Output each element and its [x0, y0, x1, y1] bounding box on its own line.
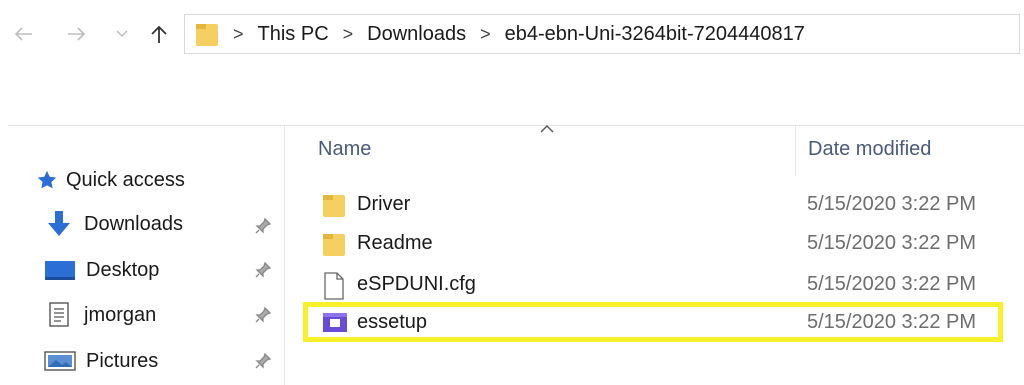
arrow-left-icon [14, 27, 32, 41]
sidebar-item-label: Downloads [84, 212, 183, 235]
breadcrumb-current-folder[interactable]: eb4-ebn-Uni-3264bit-7204440817 [505, 23, 805, 46]
column-header-name[interactable]: Name [318, 138, 371, 161]
sidebar-item-jmorgan[interactable]: jmorgan [44, 298, 289, 332]
breadcrumb-downloads[interactable]: Downloads [367, 23, 466, 46]
column-header-date-modified[interactable]: Date modified [808, 138, 931, 161]
pin-icon[interactable] [254, 306, 272, 329]
sidebar-item-label: Desktop [86, 258, 160, 281]
folder-icon [323, 195, 345, 217]
file-date: 5/15/2020 3:22 PM [807, 272, 977, 295]
document-icon [49, 302, 69, 327]
sidebar-item-label: Pictures [86, 349, 159, 372]
breadcrumb-separator: > [342, 23, 354, 44]
breadcrumb-this-pc[interactable]: This PC [258, 23, 329, 46]
back-button[interactable] [8, 18, 38, 50]
forward-button[interactable] [62, 18, 92, 50]
recent-locations-button[interactable] [112, 18, 132, 50]
file-name: eSPDUNI.cfg [357, 272, 476, 295]
sidebar-item-quick-access[interactable]: Quick access [36, 163, 281, 197]
pin-icon[interactable] [254, 352, 272, 375]
sort-ascending-icon [540, 120, 554, 138]
file-date: 5/15/2020 3:22 PM [807, 192, 977, 215]
sidebar-item-downloads[interactable]: Downloads [44, 207, 289, 241]
arrow-up-icon [151, 25, 167, 43]
up-button[interactable] [144, 18, 174, 50]
sidebar-item-desktop[interactable]: Desktop [44, 253, 289, 287]
column-separator[interactable] [795, 126, 796, 176]
star-icon [37, 170, 57, 189]
breadcrumb-separator: > [480, 23, 491, 44]
pane-divider [8, 125, 1024, 126]
arrow-right-icon [68, 27, 86, 41]
file-name: Driver [357, 192, 411, 215]
folder-icon [323, 234, 345, 256]
folder-icon [195, 21, 219, 47]
file-icon [324, 272, 344, 300]
desktop-icon [45, 261, 75, 280]
file-name: Readme [357, 231, 433, 254]
highlight-box [303, 302, 1003, 342]
pin-icon[interactable] [254, 217, 272, 240]
pin-icon[interactable] [254, 261, 272, 284]
file-row-readme[interactable]: Readme 5/15/2020 3:22 PM [300, 225, 1010, 261]
breadcrumb-separator: > [233, 23, 244, 44]
download-arrow-icon [48, 211, 70, 236]
sidebar-item-label: jmorgan [84, 303, 157, 326]
chevron-down-icon [116, 30, 128, 37]
pictures-icon [44, 351, 76, 371]
file-row-espduni-cfg[interactable]: eSPDUNI.cfg 5/15/2020 3:22 PM [300, 266, 1010, 302]
file-row-driver[interactable]: Driver 5/15/2020 3:22 PM [300, 186, 1010, 222]
sidebar-item-pictures[interactable]: Pictures [44, 344, 289, 378]
file-date: 5/15/2020 3:22 PM [807, 231, 977, 254]
address-bar[interactable]: > This PC > Downloads > eb4-ebn-Uni-3264… [184, 14, 1020, 54]
sidebar-item-label: Quick access [66, 168, 185, 191]
